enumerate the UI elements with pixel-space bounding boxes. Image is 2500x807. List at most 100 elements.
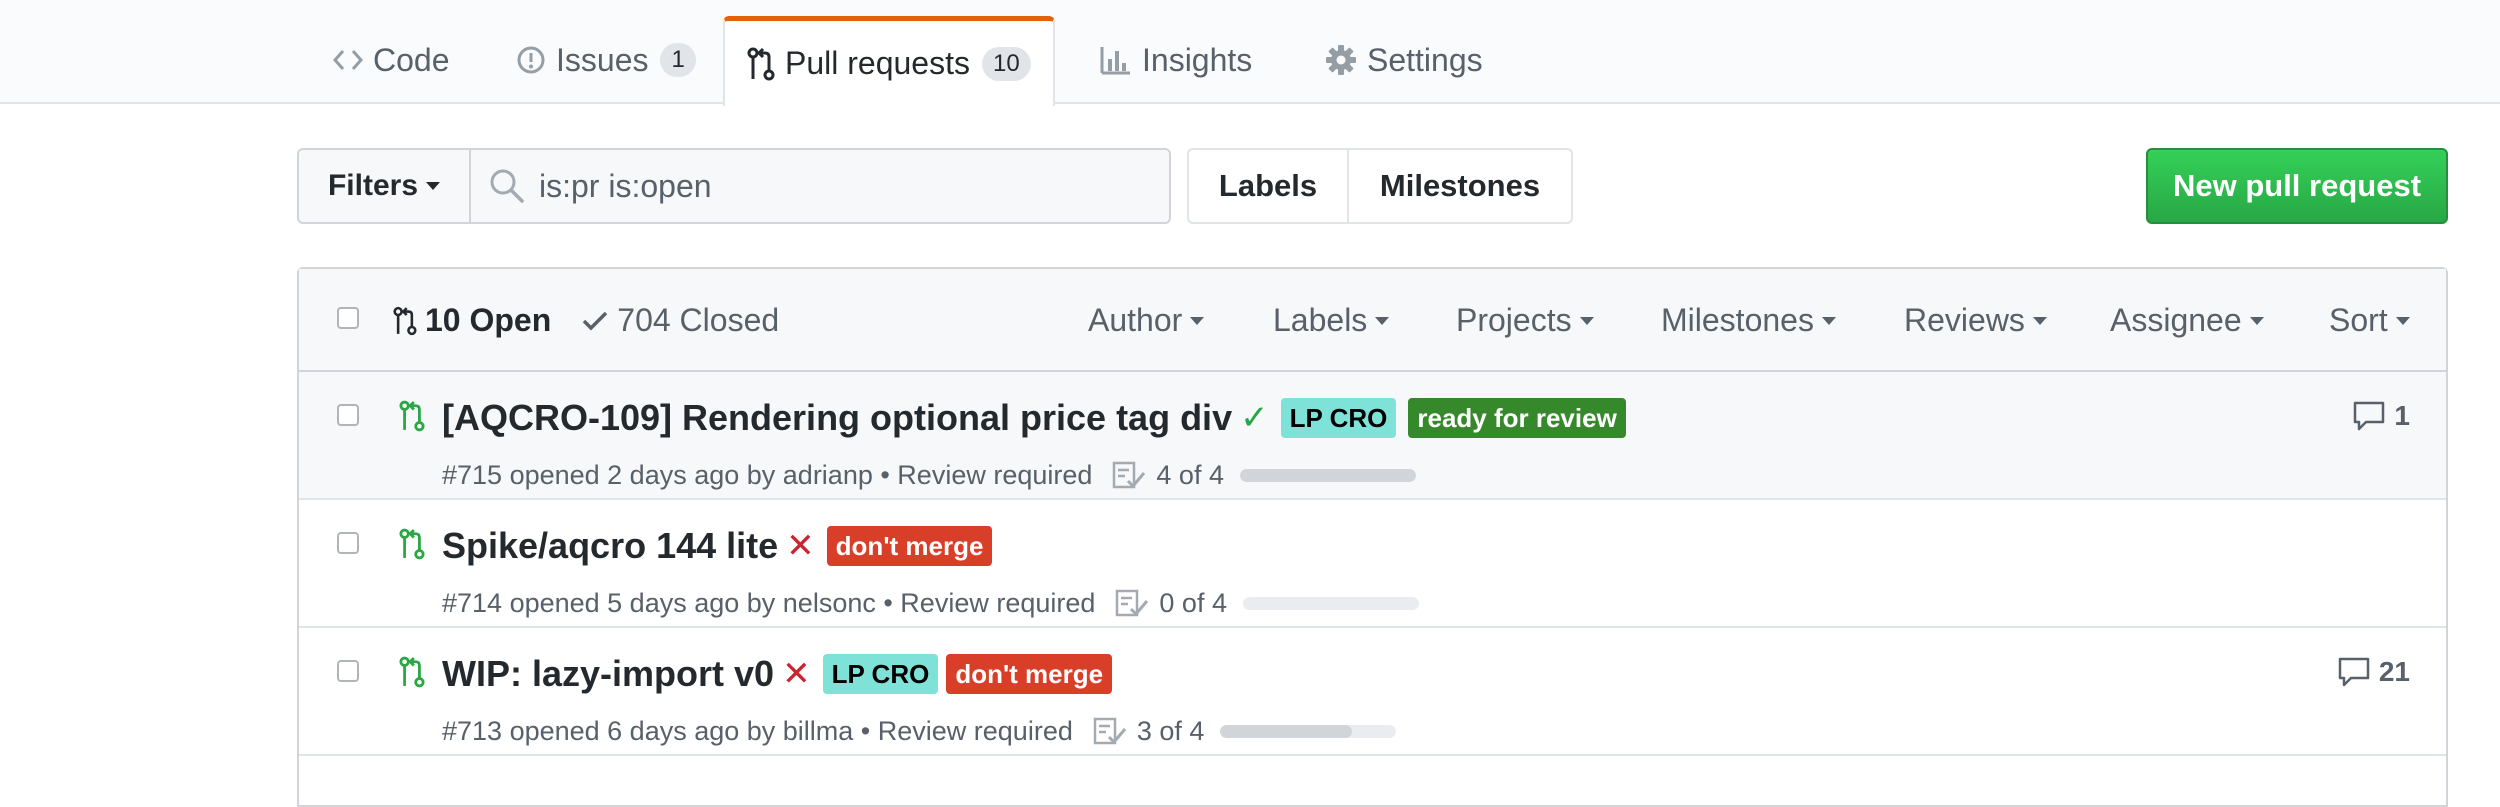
task-progress-bar (1242, 597, 1419, 610)
reviews-filter[interactable]: Reviews (1904, 269, 2047, 372)
tab-settings[interactable]: Settings (1303, 16, 1505, 104)
select-all-checkbox[interactable] (337, 307, 359, 329)
tab-issues-label: Issues (556, 41, 649, 78)
git-pull-request-icon (393, 306, 417, 335)
tab-insights-label: Insights (1142, 41, 1253, 78)
comment-count-link[interactable]: 1 (2352, 400, 2410, 432)
sort-filter[interactable]: Sort (2329, 269, 2410, 372)
pull-requests-counter: 10 (981, 46, 1031, 81)
pr-meta-text: #713 opened 6 days ago by billma • Revie… (442, 716, 1073, 746)
filters-button[interactable]: Filters (297, 148, 471, 224)
tab-code[interactable]: Code (311, 16, 472, 104)
new-pull-request-button[interactable]: New pull request (2146, 148, 2448, 224)
pull-request-row[interactable]: Spike/aqcro 144 lite ✕ don't merge #714 … (299, 500, 2446, 628)
author-filter[interactable]: Author (1088, 269, 1205, 372)
labels-milestones-group: Labels Milestones (1187, 148, 1573, 224)
row-checkbox[interactable] (337, 660, 359, 682)
git-pull-request-icon (747, 47, 775, 80)
search-input[interactable] (539, 167, 1139, 205)
state-toggles: 10 Open 704 Closed (393, 269, 779, 372)
sort-filter-label: Sort (2329, 302, 2388, 338)
comment-count: 21 (2378, 656, 2410, 687)
open-toggle[interactable]: 10 Open (393, 302, 551, 339)
chevron-down-icon (2395, 316, 2410, 325)
task-count: 4 of 4 (1156, 460, 1224, 490)
task-progress-fill (1220, 725, 1353, 738)
x-failure-icon[interactable]: ✕ (782, 654, 811, 694)
chevron-down-icon (1579, 316, 1594, 325)
filters-caret-icon (426, 182, 441, 190)
pr-meta: #715 opened 2 days ago by adrianp • Revi… (442, 460, 1416, 491)
tab-pull-requests-label: Pull requests (785, 45, 970, 81)
comment-count-link[interactable]: 21 (2337, 656, 2410, 688)
search-field[interactable] (469, 148, 1171, 224)
tab-code-label: Code (373, 41, 450, 78)
tab-pull-requests[interactable]: Pull requests 10 (723, 16, 1055, 106)
pr-title-line: Spike/aqcro 144 lite ✕ don't merge (442, 524, 993, 568)
labels-filter-label: Labels (1273, 302, 1368, 338)
chevron-down-icon (1190, 316, 1205, 325)
pr-title-link[interactable]: [AQCRO-109] Rendering optional price tag… (442, 397, 1232, 439)
filters-label: Filters (327, 169, 419, 202)
chevron-down-icon (2249, 316, 2264, 325)
pr-title-line: [AQCRO-109] Rendering optional price tag… (442, 396, 1626, 440)
task-count: 3 of 4 (1136, 716, 1205, 746)
pr-meta: #713 opened 6 days ago by billma • Revie… (442, 716, 1397, 747)
git-pull-request-icon (399, 528, 425, 560)
task-progress-bar (1239, 469, 1416, 482)
labels-button[interactable]: Labels (1187, 148, 1349, 224)
pr-meta-text: #715 opened 2 days ago by adrianp • Revi… (442, 460, 1093, 490)
graph-icon (1100, 47, 1130, 75)
checklist-icon (1093, 717, 1127, 747)
label-lp-cro[interactable]: LP CRO (1280, 398, 1397, 438)
tab-issues[interactable]: Issues 1 (494, 16, 718, 104)
pr-title-link[interactable]: Spike/aqcro 144 lite (442, 525, 778, 567)
pr-title-link[interactable]: WIP: lazy-import v0 (442, 653, 774, 695)
milestones-filter[interactable]: Milestones (1661, 269, 1836, 372)
tab-insights[interactable]: Insights (1078, 16, 1274, 104)
label-ready-for-review[interactable]: ready for review (1408, 398, 1626, 438)
closed-toggle[interactable]: 704 Closed (581, 302, 779, 339)
checklist-icon (1115, 589, 1149, 619)
chevron-down-icon (2032, 316, 2047, 325)
chevron-down-icon (1375, 316, 1390, 325)
open-count-label: 10 Open (425, 302, 552, 338)
label-dont-merge[interactable]: don't merge (946, 654, 1113, 694)
check-success-icon[interactable]: ✓ (1240, 398, 1269, 438)
task-count: 0 of 4 (1159, 588, 1227, 618)
tab-settings-label: Settings (1367, 41, 1483, 78)
pr-title-line: WIP: lazy-import v0 ✕ LP CRO don't merge (442, 652, 1113, 696)
comment-count: 1 (2394, 400, 2410, 431)
row-checkbox[interactable] (337, 404, 359, 426)
repo-tab-nav: Code Issues 1 Pull requests 10 Insights (0, 0, 2500, 106)
milestones-button[interactable]: Milestones (1349, 148, 1573, 224)
comment-icon (2338, 657, 2370, 687)
milestones-filter-label: Milestones (1661, 302, 1814, 338)
assignee-filter-label: Assignee (2110, 302, 2242, 338)
x-failure-icon[interactable]: ✕ (786, 526, 815, 566)
git-pull-request-icon (399, 400, 425, 432)
label-dont-merge[interactable]: don't merge (826, 526, 993, 566)
row-checkbox[interactable] (337, 532, 359, 554)
labels-filter[interactable]: Labels (1273, 269, 1390, 372)
git-pull-request-icon (399, 656, 425, 688)
pull-request-list: 10 Open 704 Closed Author Labels Project… (297, 267, 2448, 807)
search-icon (490, 169, 524, 203)
task-progress-bar (1220, 725, 1397, 738)
author-filter-label: Author (1088, 302, 1183, 338)
pr-meta: #714 opened 5 days ago by nelsonc • Revi… (442, 588, 1419, 619)
pr-meta-text: #714 opened 5 days ago by nelsonc • Revi… (442, 588, 1096, 618)
reviews-filter-label: Reviews (1904, 302, 2025, 338)
task-progress-fill (1239, 469, 1416, 482)
checklist-icon (1112, 461, 1146, 491)
pull-request-row[interactable]: WIP: lazy-import v0 ✕ LP CRO don't merge… (299, 628, 2446, 756)
check-icon (583, 311, 608, 330)
gear-icon (1326, 45, 1356, 75)
label-lp-cro[interactable]: LP CRO (822, 654, 939, 694)
comment-icon (2354, 401, 2385, 431)
projects-filter[interactable]: Projects (1456, 269, 1594, 372)
chevron-down-icon (1821, 316, 1836, 325)
code-icon (333, 50, 363, 70)
assignee-filter[interactable]: Assignee (2110, 269, 2264, 372)
pull-request-row[interactable]: [AQCRO-109] Rendering optional price tag… (299, 372, 2446, 500)
